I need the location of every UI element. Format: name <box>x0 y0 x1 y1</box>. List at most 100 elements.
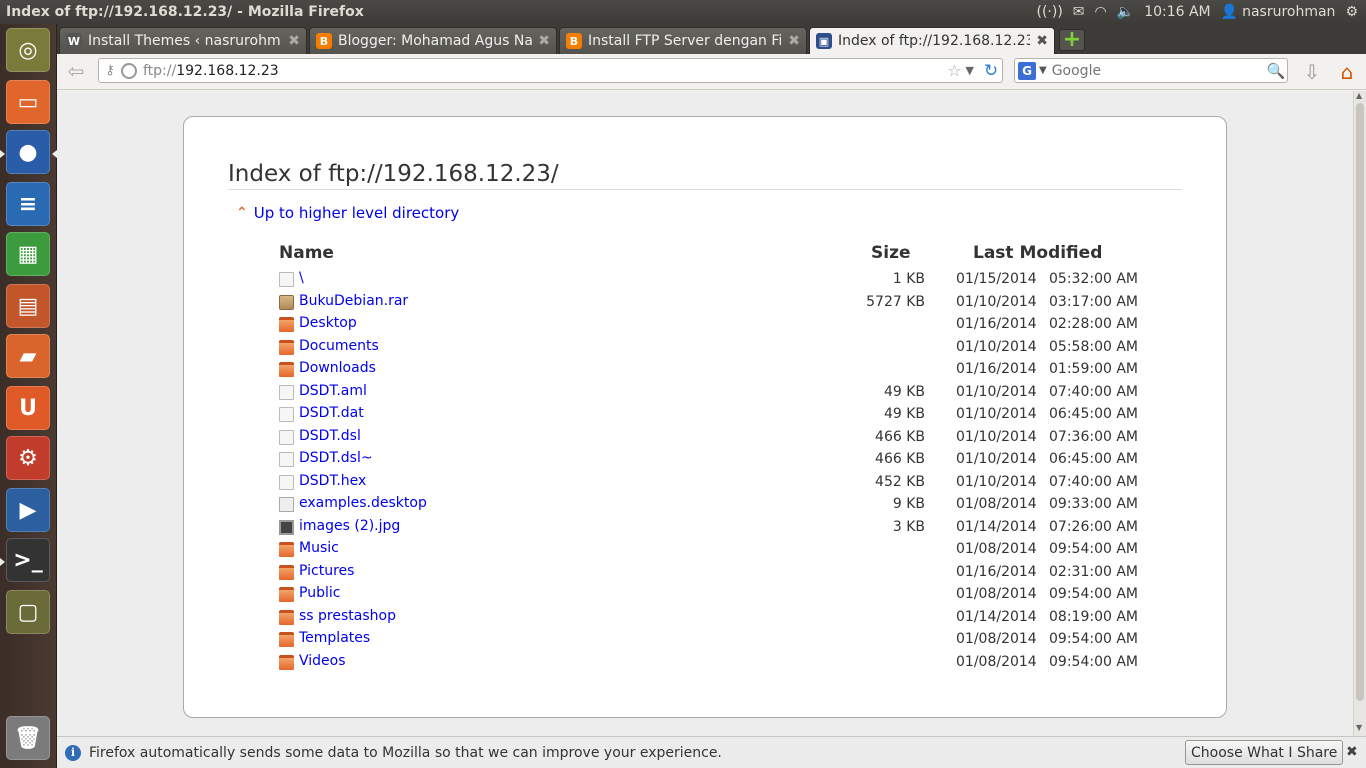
user-menu[interactable]: 👤 nasrurohman <box>1221 4 1336 20</box>
file-link[interactable]: DSDT.dsl <box>299 428 361 444</box>
search-bar[interactable]: G ▼ 🔍 <box>1014 58 1288 83</box>
file-link[interactable]: DSDT.dsl~ <box>299 450 373 466</box>
launcher-media-app-button[interactable]: ▶ <box>6 488 50 532</box>
file-icon <box>279 384 294 400</box>
file-size: 5727 KB <box>866 293 925 310</box>
close-icon[interactable]: ✖ <box>538 33 550 49</box>
scroll-up-arrow-icon[interactable]: ▲ <box>1356 91 1362 100</box>
file-link[interactable]: images (2).jpg <box>299 518 400 534</box>
launcher-firefox-button[interactable]: ● <box>6 130 50 174</box>
file-link[interactable]: Templates <box>299 630 370 646</box>
column-name-header[interactable]: Name <box>279 243 334 263</box>
tab-blogger[interactable]: B Blogger: Mohamad Agus Na... ✖ <box>309 27 557 54</box>
launcher-libreoffice-impress-button[interactable]: ▤ <box>6 284 50 328</box>
file-link[interactable]: Documents <box>299 338 379 354</box>
close-icon[interactable]: ✖ <box>1346 744 1358 760</box>
file-link[interactable]: BukuDebian.rar <box>299 293 408 309</box>
url-bar[interactable]: ⚷ ftp:// 192.168.12.23 ☆ ▼ ↻ <box>98 58 1003 83</box>
clock[interactable]: 10:16 AM <box>1144 4 1210 20</box>
file-link[interactable]: DSDT.dat <box>299 405 364 421</box>
tab-ftp-index[interactable]: ▣ Index of ftp://192.168.12.23/ ✖ <box>809 27 1055 54</box>
file-link[interactable]: \ <box>299 270 304 286</box>
file-link[interactable]: Desktop <box>299 315 357 331</box>
file-icon <box>279 272 294 287</box>
search-input[interactable] <box>1051 62 1252 79</box>
launcher-dash-home-button[interactable]: ◎ <box>6 28 50 72</box>
bookmark-star-icon[interactable]: ☆ <box>947 61 965 80</box>
tab-install-themes[interactable]: W Install Themes ‹ nasrurohm... ✖ <box>59 27 307 54</box>
downloads-icon[interactable]: ⇩ <box>1300 60 1324 84</box>
file-icon <box>279 452 294 467</box>
column-modified-header[interactable]: Last Modified <box>973 243 1102 263</box>
identity-key-icon[interactable]: ⚷ <box>99 63 121 78</box>
launcher-workspace-switcher-button[interactable]: ▢ <box>6 590 50 634</box>
back-button[interactable]: ⇦ <box>63 59 89 83</box>
network-signal-icon[interactable]: ((·)) <box>1036 4 1062 20</box>
close-icon[interactable]: ✖ <box>1036 33 1048 49</box>
launcher-libreoffice-writer-button[interactable]: ≡ <box>6 182 50 226</box>
file-link[interactable]: ss prestashop <box>299 608 396 624</box>
scroll-thumb[interactable] <box>1356 103 1364 701</box>
file-link[interactable]: Music <box>299 540 339 556</box>
launcher-software-center-button[interactable]: ▰ <box>6 334 50 378</box>
tab-install-ftp[interactable]: B Install FTP Server dengan Fi... ✖ <box>559 27 807 54</box>
media-app-icon: ▶ <box>19 497 37 523</box>
url-host: 192.168.12.23 <box>176 62 279 79</box>
launcher-libreoffice-calc-button[interactable]: ▦ <box>6 232 50 276</box>
new-tab-button[interactable]: + <box>1059 29 1085 51</box>
wifi-icon[interactable]: ◠ <box>1095 4 1107 20</box>
table-row: DSDT.hex 452 KB 01/10/2014 07:40:00 AM <box>279 472 1149 495</box>
mail-icon[interactable]: ✉ <box>1073 4 1085 20</box>
file-date: 01/14/2014 <box>956 518 1037 535</box>
google-icon[interactable]: G <box>1018 61 1036 80</box>
file-link[interactable]: Public <box>299 585 340 601</box>
running-indicator <box>0 558 5 566</box>
close-icon[interactable]: ✖ <box>788 33 800 49</box>
column-size-header[interactable]: Size <box>871 243 911 263</box>
folder-icon <box>279 632 294 647</box>
file-link[interactable]: Pictures <box>299 563 354 579</box>
engine-dropdown-icon[interactable]: ▼ <box>1039 65 1047 76</box>
launcher-ubuntu-one-button[interactable]: U <box>6 386 50 430</box>
archive-icon <box>279 294 294 310</box>
file-link[interactable]: DSDT.aml <box>299 383 367 399</box>
reload-icon[interactable]: ↻ <box>980 60 1002 82</box>
file-link[interactable]: DSDT.hex <box>299 473 366 489</box>
table-body: \ 1 KB 01/15/2014 05:32:00 AM BukuDebian.rar… <box>279 269 1149 674</box>
file-time: 05:58:00 AM <box>1049 338 1138 355</box>
vertical-scrollbar[interactable]: ▲ ▼ <box>1353 91 1366 736</box>
launcher-files-button[interactable]: ▭ <box>6 80 50 124</box>
file-time: 07:36:00 AM <box>1049 428 1138 445</box>
file-time: 06:45:00 AM <box>1049 451 1138 467</box>
launcher-trash-button[interactable]: 🗑 <box>6 716 50 760</box>
history-dropdown-icon[interactable]: ▼ <box>966 64 980 77</box>
up-directory-link[interactable]: ⌃ Up to higher level directory <box>236 204 459 222</box>
file-time: 06:45:00 AM <box>1049 406 1138 422</box>
url-scheme: ftp:// <box>143 62 177 79</box>
search-icon[interactable]: 🔍 <box>1265 62 1287 80</box>
choose-what-i-share-button[interactable]: Choose What I Share <box>1185 740 1344 765</box>
launcher-system-settings-button[interactable]: ⚙ <box>6 436 50 480</box>
file-time: 07:40:00 AM <box>1049 383 1138 400</box>
file-link[interactable]: Videos <box>299 653 346 669</box>
file-size: 1 KB <box>892 271 925 287</box>
file-date: 01/08/2014 <box>956 541 1037 557</box>
workspace-switcher-icon: ▢ <box>17 599 39 625</box>
scroll-down-arrow-icon[interactable]: ▼ <box>1356 723 1362 732</box>
file-time: 07:40:00 AM <box>1049 473 1138 490</box>
file-time: 02:31:00 AM <box>1049 563 1138 580</box>
file-link[interactable]: Downloads <box>299 360 376 376</box>
files-icon: ▭ <box>17 89 39 115</box>
software-center-icon: ▰ <box>19 343 37 369</box>
home-icon[interactable]: ⌂ <box>1334 59 1360 85</box>
terminal-icon: >_ <box>13 547 43 573</box>
table-row: BukuDebian.rar 5727 KB 01/10/2014 03:17:00 … <box>279 292 1149 315</box>
folder-icon <box>279 609 294 625</box>
launcher-terminal-button[interactable]: >_ <box>6 538 50 582</box>
table-row: Templates 01/08/2014 09:54:00 AM <box>279 629 1149 652</box>
settings-gear-icon[interactable]: ⚙ <box>1345 4 1358 20</box>
close-icon[interactable]: ✖ <box>288 33 300 49</box>
file-link[interactable]: examples.desktop <box>299 495 427 511</box>
volume-icon[interactable]: 🔈 <box>1117 4 1134 20</box>
info-icon: i <box>65 744 81 761</box>
